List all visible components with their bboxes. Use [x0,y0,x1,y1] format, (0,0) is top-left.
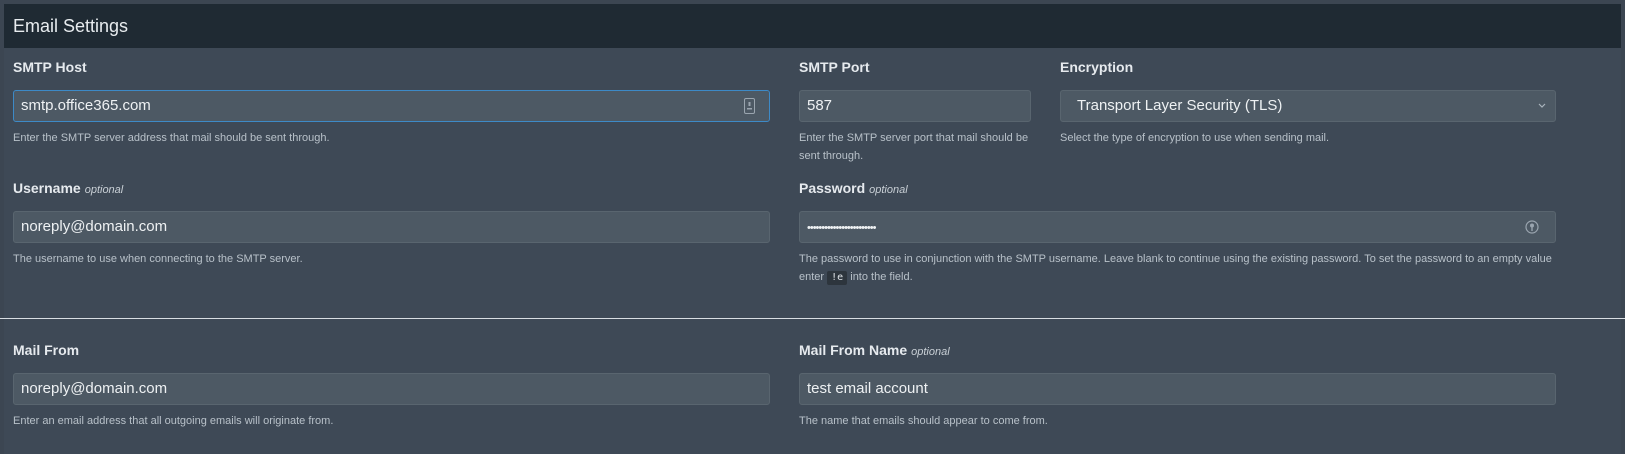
encryption-help: Select the type of encryption to use whe… [1060,132,1330,144]
password-field: Password optional •••••••••••••••••••••••… [799,180,1556,286]
smtp-host-field: SMTP Host smtp.office365.com Enter the S… [13,59,770,147]
section-divider [0,318,1625,319]
empty-value-code: !e [827,271,848,285]
smtp-port-help: Enter the SMTP server port that mail sho… [799,132,1029,162]
smtp-port-field: SMTP Port 587 Enter the SMTP server port… [799,59,1031,165]
email-settings-panel: Email Settings SMTP Host smtp.office365.… [4,4,1621,454]
smtp-host-value: smtp.office365.com [21,97,151,114]
username-help: The username to use when connecting to t… [13,253,303,265]
password-help: The password to use in conjunction with … [799,253,1552,285]
password-input[interactable]: •••••••••••••••••••••••• [799,211,1556,243]
smtp-port-value: 587 [807,97,833,114]
mail-from-name-label: Mail From Name optional [799,342,950,358]
encryption-field: Encryption Transport Layer Security (TLS… [1060,59,1556,147]
mail-from-field: Mail From noreply@domain.com Enter an em… [13,342,770,430]
mail-from-name-optional: optional [911,346,950,358]
mail-from-name-help: The name that emails should appear to co… [799,415,1048,427]
smtp-port-label: SMTP Port [799,59,870,75]
smtp-host-input[interactable]: smtp.office365.com [13,90,770,122]
mail-from-value: noreply@domain.com [21,380,168,397]
username-label: Username optional [13,180,124,196]
mail-from-name-value: test email account [807,380,928,397]
smtp-host-label: SMTP Host [13,59,87,75]
chevron-down-icon [1538,103,1546,108]
password-label: Password optional [799,180,908,196]
panel-header: Email Settings [4,4,1621,48]
encryption-select[interactable]: Transport Layer Security (TLS) [1060,90,1556,122]
username-value: noreply@domain.com [21,218,168,235]
mail-from-input[interactable]: noreply@domain.com [13,373,770,405]
smtp-host-help: Enter the SMTP server address that mail … [13,132,330,144]
encryption-value: Transport Layer Security (TLS) [1077,97,1283,114]
smtp-port-input[interactable]: 587 [799,90,1031,122]
username-field: Username optional noreply@domain.com The … [13,180,770,268]
username-input[interactable]: noreply@domain.com [13,211,770,243]
mail-from-label: Mail From [13,342,80,358]
mail-from-help: Enter an email address that all outgoing… [13,415,334,427]
key-icon[interactable] [1525,220,1539,234]
mail-from-name-input[interactable]: test email account [799,373,1556,405]
panel-title: Email Settings [13,16,129,36]
encryption-label: Encryption [1060,59,1134,75]
autofill-icon[interactable] [744,98,755,114]
mail-from-name-field: Mail From Name optional test email accoun… [799,342,1556,430]
username-optional: optional [84,184,124,196]
password-value: •••••••••••••••••••••••• [807,222,876,234]
password-optional: optional [869,184,908,196]
